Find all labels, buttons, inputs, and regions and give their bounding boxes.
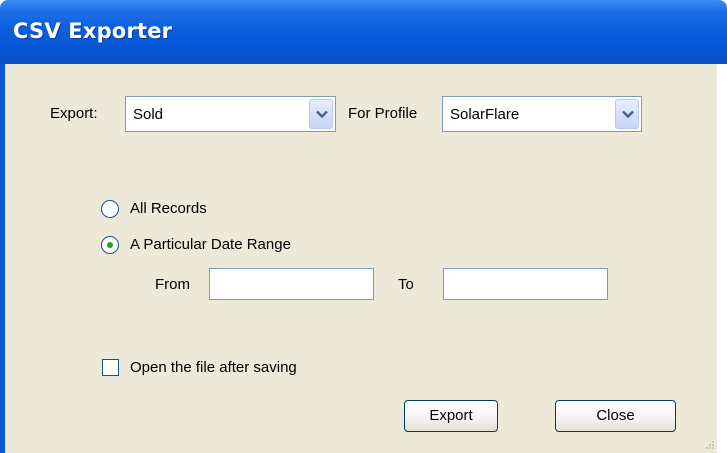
profile-value: SolarFlare: [450, 106, 520, 123]
resize-grip-icon[interactable]: [703, 438, 715, 450]
chevron-down-icon: [316, 110, 328, 119]
export-label: Export:: [50, 105, 98, 122]
to-label: To: [398, 276, 414, 293]
chevron-down-icon: [622, 110, 634, 119]
window-title: CSV Exporter: [13, 19, 173, 43]
all-records-label[interactable]: All Records: [130, 200, 207, 217]
export-type-value: Sold: [133, 106, 164, 123]
export-type-dropdown-button[interactable]: [309, 99, 333, 129]
from-date-input[interactable]: [209, 268, 374, 300]
date-range-radio[interactable]: [101, 236, 119, 254]
close-button[interactable]: Close: [555, 400, 676, 432]
date-range-label[interactable]: A Particular Date Range: [130, 236, 291, 253]
title-bar[interactable]: CSV Exporter: [0, 0, 727, 64]
all-records-radio[interactable]: [101, 200, 119, 218]
open-after-saving-label[interactable]: Open the file after saving: [130, 359, 297, 376]
csv-exporter-window: CSV Exporter Export: Sold For Profile So…: [0, 0, 727, 453]
from-label: From: [155, 276, 190, 293]
profile-label: For Profile: [348, 105, 418, 122]
dialog-client-area: Export: Sold For Profile SolarFlare All …: [5, 64, 717, 453]
export-type-select[interactable]: Sold: [125, 96, 336, 132]
window-right-edge: [717, 64, 727, 453]
profile-dropdown-button[interactable]: [615, 99, 639, 129]
to-date-input[interactable]: [443, 268, 608, 300]
export-button[interactable]: Export: [404, 400, 498, 432]
radio-selected-dot: [107, 242, 113, 248]
open-after-saving-checkbox[interactable]: [102, 359, 119, 376]
profile-select[interactable]: SolarFlare: [442, 96, 642, 132]
